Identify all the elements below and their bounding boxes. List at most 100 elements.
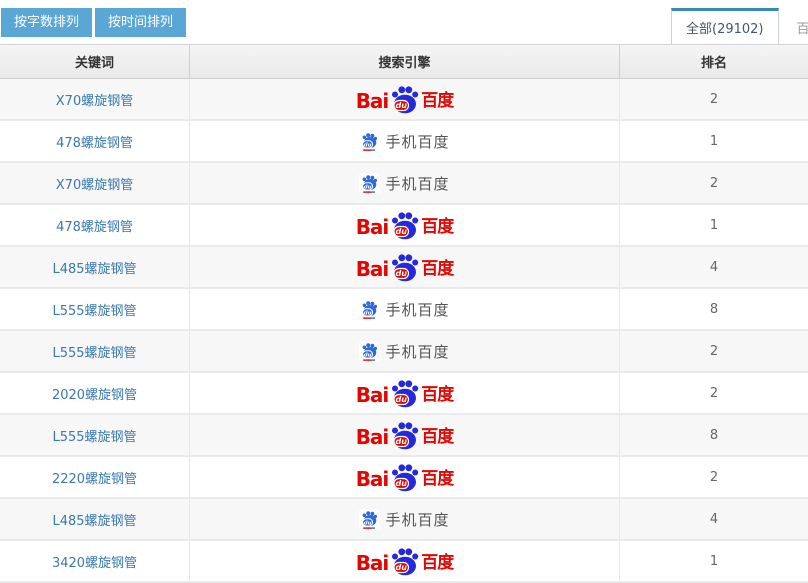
baidu-pc-logo-bai-text: Bai [356, 553, 389, 575]
rank-value: 2 [710, 386, 718, 401]
table-row: 3420螺旋钢管 Bai du 百度 1 [0, 541, 808, 583]
keyword-link[interactable]: L555螺旋钢管 [52, 342, 136, 361]
keyword-link[interactable]: L555螺旋钢管 [52, 426, 136, 445]
top-toolbar: 按字数排列 按时间排列 全部(29102) 百度 [0, 0, 808, 44]
baidu-pc-logo: Bai du 百度 [356, 463, 454, 491]
baidu-pc-logo-bai-text: Bai [356, 91, 389, 113]
baidu-paw-icon: du [389, 253, 420, 282]
baidu-mobile-du-text: du [364, 142, 372, 148]
table-header: 关键词 搜索引擎 排名 [0, 44, 808, 79]
table-row: 478螺旋钢管 Bai du 百度 1 [0, 205, 808, 247]
table-row: L485螺旋钢管 du 手机百度 [0, 499, 808, 541]
table-row: X70螺旋钢管 Bai du 百度 2 [0, 79, 808, 121]
baidu-mobile-label: 手机百度 [385, 509, 449, 530]
keyword-link[interactable]: 2020螺旋钢管 [52, 384, 137, 403]
table-row: 2220螺旋钢管 Bai du 百度 2 [0, 457, 808, 499]
keyword-link[interactable]: X70螺旋钢管 [56, 174, 133, 193]
baidu-paw-icon: du [389, 85, 420, 114]
baidu-mobile-du-text: du [364, 352, 372, 358]
baidu-pc-logo-bai-text: Bai [356, 427, 389, 449]
rank-value: 2 [710, 470, 718, 485]
rank-value: 4 [710, 512, 718, 527]
baidu-mobile-logo: du 手机百度 [359, 341, 449, 362]
baidu-pc-logo-cn-text: 百度 [421, 555, 453, 575]
table-row: L555螺旋钢管 du 手机百度 [0, 331, 808, 373]
baidu-pc-logo-du-text: du [396, 101, 408, 110]
rank-value: 2 [710, 344, 718, 359]
header-rank: 排名 [620, 45, 808, 78]
baidu-pc-logo-cn-text: 百度 [421, 429, 453, 449]
rank-value: 8 [710, 302, 718, 317]
table-row: L555螺旋钢管 Bai du 百度 8 [0, 415, 808, 457]
baidu-mobile-logo: du 手机百度 [359, 509, 449, 530]
baidu-mobile-logo: du 手机百度 [359, 131, 449, 152]
baidu-pc-logo-du-text: du [396, 437, 408, 446]
baidu-mobile-app-icon: du [359, 299, 380, 320]
baidu-mobile-logo: du 手机百度 [359, 299, 449, 320]
table-row: X70螺旋钢管 du 手机百度 [0, 163, 808, 205]
keyword-link[interactable]: 478螺旋钢管 [56, 132, 133, 151]
table-row: L555螺旋钢管 du 手机百度 [0, 289, 808, 331]
keyword-link[interactable]: L485螺旋钢管 [52, 258, 136, 277]
baidu-pc-logo-cn-text: 百度 [421, 387, 453, 407]
keyword-link[interactable]: 478螺旋钢管 [56, 216, 133, 235]
baidu-paw-icon: du [389, 211, 420, 240]
baidu-pc-logo-bai-text: Bai [356, 259, 389, 281]
table-body: X70螺旋钢管 Bai du 百度 2 [0, 79, 808, 583]
keyword-link[interactable]: L485螺旋钢管 [52, 510, 136, 529]
baidu-pc-logo: Bai du 百度 [356, 85, 454, 113]
baidu-mobile-logo: du 手机百度 [359, 173, 449, 194]
baidu-pc-logo-bai-text: Bai [356, 217, 389, 239]
keyword-link[interactable]: 2220螺旋钢管 [52, 468, 137, 487]
baidu-pc-logo-cn-text: 百度 [421, 219, 453, 239]
baidu-pc-logo: Bai du 百度 [356, 547, 454, 575]
baidu-paw-icon: du [389, 463, 420, 492]
baidu-pc-logo: Bai du 百度 [356, 253, 454, 281]
baidu-pc-logo-du-text: du [396, 395, 408, 404]
header-keyword: 关键词 [0, 45, 190, 78]
keyword-link[interactable]: 3420螺旋钢管 [52, 552, 137, 571]
rank-value: 2 [710, 176, 718, 191]
baidu-pc-logo: Bai du 百度 [356, 379, 454, 407]
baidu-paw-icon: du [389, 547, 420, 576]
baidu-mobile-app-icon: du [359, 341, 380, 362]
baidu-mobile-du-text: du [364, 184, 372, 190]
baidu-pc-logo-du-text: du [396, 563, 408, 572]
rank-value: 1 [710, 134, 718, 149]
keyword-link[interactable]: X70螺旋钢管 [56, 90, 133, 109]
baidu-mobile-du-text: du [364, 520, 372, 526]
sort-by-time-button[interactable]: 按时间排列 [95, 8, 186, 37]
baidu-mobile-app-icon: du [359, 509, 380, 530]
table-row: 2020螺旋钢管 Bai du 百度 2 [0, 373, 808, 415]
tab-baidu[interactable]: 百度 [779, 8, 808, 44]
baidu-pc-logo-cn-text: 百度 [421, 93, 453, 113]
baidu-pc-logo-du-text: du [396, 227, 408, 236]
rank-value: 4 [710, 260, 718, 275]
engine-filter-tabs: 全部(29102) 百度 [671, 8, 808, 44]
baidu-pc-logo-du-text: du [396, 479, 408, 488]
baidu-mobile-label: 手机百度 [385, 299, 449, 320]
baidu-mobile-app-icon: du [359, 131, 380, 152]
rank-value: 2 [710, 92, 718, 107]
baidu-mobile-label: 手机百度 [385, 341, 449, 362]
baidu-pc-logo-du-text: du [396, 269, 408, 278]
baidu-pc-logo-bai-text: Bai [356, 469, 389, 491]
baidu-pc-logo-cn-text: 百度 [421, 471, 453, 491]
rank-value: 1 [710, 218, 718, 233]
table-row: L485螺旋钢管 Bai du 百度 4 [0, 247, 808, 289]
baidu-mobile-label: 手机百度 [385, 131, 449, 152]
baidu-pc-logo: Bai du 百度 [356, 421, 454, 449]
baidu-mobile-app-icon: du [359, 173, 380, 194]
tab-all[interactable]: 全部(29102) [671, 8, 779, 44]
rank-value: 8 [710, 428, 718, 443]
baidu-paw-icon: du [389, 421, 420, 450]
baidu-mobile-du-text: du [364, 310, 372, 316]
baidu-pc-logo-bai-text: Bai [356, 385, 389, 407]
sort-by-words-button[interactable]: 按字数排列 [1, 8, 92, 37]
table-row: 478螺旋钢管 du 手机百度 [0, 121, 808, 163]
rank-value: 1 [710, 554, 718, 569]
baidu-pc-logo: Bai du 百度 [356, 211, 454, 239]
keyword-link[interactable]: L555螺旋钢管 [52, 300, 136, 319]
baidu-pc-logo-cn-text: 百度 [421, 261, 453, 281]
header-engine: 搜索引擎 [190, 45, 620, 78]
